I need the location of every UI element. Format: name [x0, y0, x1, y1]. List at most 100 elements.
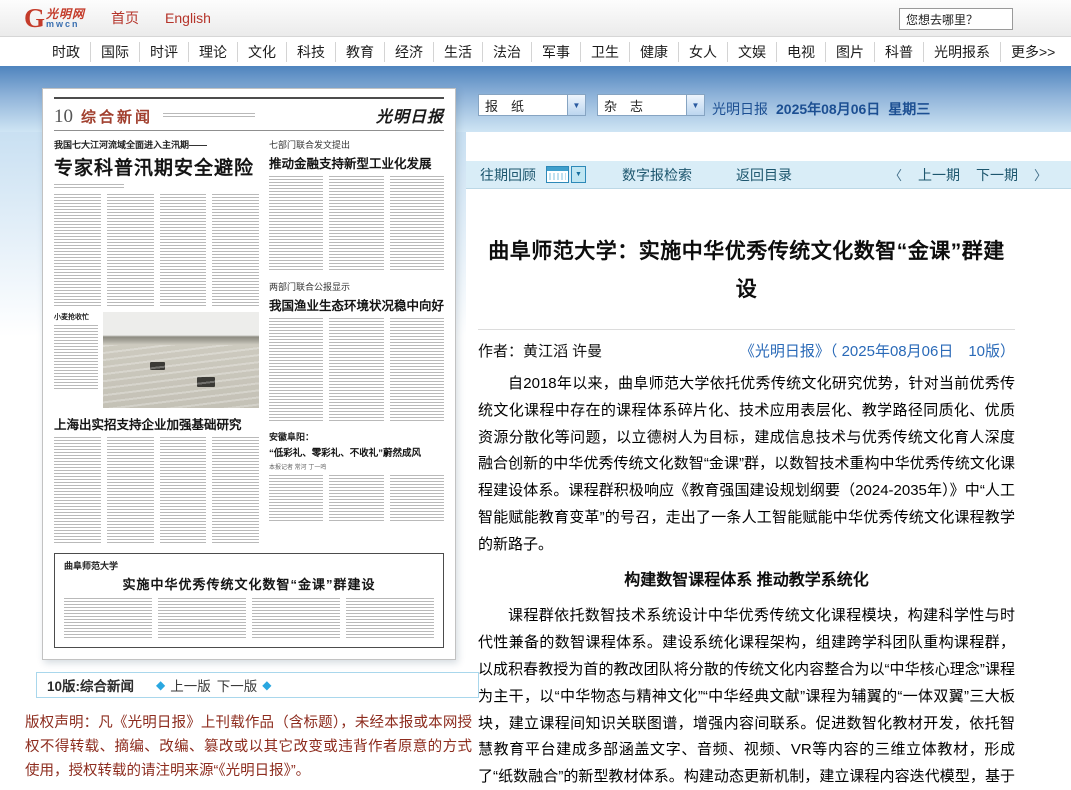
nav-item-dianshi[interactable]: 电视 [776, 42, 825, 62]
newsprint-section-title: 综合新闻 [81, 106, 153, 127]
nav-item-shiping[interactable]: 时评 [139, 42, 188, 62]
nav-item-fazhi[interactable]: 法治 [482, 42, 531, 62]
bride-article-headline: “低彩礼、零彩礼、不收礼”蔚然成风 [269, 445, 444, 459]
nav-item-kepu[interactable]: 科普 [874, 42, 923, 62]
article-author: 作者：黄江滔 许曼 [478, 340, 602, 361]
article-source-citation[interactable]: 《光明日报》（ 2025年08月06日 10版） [740, 340, 1015, 361]
top-header-bar: G 光明网 mwcn 首页 English [0, 0, 1071, 37]
featured-article-box: 曲阜师范大学 实施中华优秀传统文化数智“金课”群建设 [54, 553, 444, 648]
nav-item-junshi[interactable]: 军事 [531, 42, 580, 62]
bride-article-byline: 本报记者 常河 丁一鸣 [269, 462, 444, 471]
nav-item-more[interactable]: 更多>> [1000, 42, 1065, 62]
finance-article-kicker: 七部门联合发文提出 [269, 138, 444, 151]
prev-page-diamond-icon: ◆ [156, 679, 165, 691]
newspaper-select-button[interactable]: ▼ [567, 95, 585, 115]
newsprint-header: 10 综合新闻 光明日报 [54, 103, 444, 127]
newsprint-text-block [54, 325, 98, 391]
next-page-diamond-icon: ◆ [262, 679, 271, 691]
newsprint-text-columns [54, 194, 259, 306]
newspaper-select[interactable]: 报 纸 ▼ [478, 94, 586, 116]
page: G 光明网 mwcn 首页 English 时政 国际 时评 理论 文化 科技 … [0, 0, 1071, 790]
newsprint-masthead: 光明日报 [376, 103, 444, 127]
search-input[interactable] [899, 8, 1013, 30]
photo-caption-box: 小麦抢收忙 [54, 312, 98, 408]
nav-item-jingji[interactable]: 经济 [384, 42, 433, 62]
magazine-select[interactable]: 杂 志 ▼ [597, 94, 705, 116]
newsprint-text-columns [54, 437, 259, 545]
fishery-article-kicker: 两部门联合公报显示 [269, 280, 444, 293]
back-to-contents-link[interactable]: 返回目录 [736, 165, 792, 185]
flood-article-headline: 专家科普汛期安全避险 [54, 153, 259, 180]
newspaper-page-image[interactable]: 10 综合新闻 光明日报 我国七大江河流域全面进入主汛期—— 专家科普汛期安全避… [42, 88, 456, 660]
wheat-harvest-photo [103, 312, 259, 408]
past-issues-link[interactable]: 往期回顾 [480, 165, 536, 185]
shanghai-article-headline: 上海出实招支持企业加强基础研究 [54, 414, 259, 433]
flood-article-kicker: 我国七大江河流域全面进入主汛期—— [54, 138, 259, 151]
copyright-notice: 版权声明：凡《光明日报》上刊载作品（含标题），未经本报或本网授权不得转载、摘编、… [25, 711, 472, 783]
fishery-article-headline: 我国渔业生态环境状况稳中向好 [269, 295, 444, 314]
harvester-shape [197, 377, 215, 387]
nav-item-nvren[interactable]: 女人 [678, 42, 727, 62]
calendar-dropdown-icon[interactable]: ▼ [571, 166, 586, 183]
article-divider [478, 329, 1015, 330]
gmw-logo-g: G [24, 5, 45, 32]
next-page-link[interactable]: 下一版 ◆ [217, 675, 272, 695]
bride-article-kicker: 安徽阜阳： [269, 430, 444, 443]
newsprint-text-block [54, 184, 124, 189]
next-issue-arrow-icon[interactable]: 〉 [1034, 165, 1047, 184]
nav-item-shenghuo[interactable]: 生活 [433, 42, 482, 62]
current-page-label: 10版:综合新闻 [47, 675, 134, 695]
date-picker: ▼ [546, 166, 586, 183]
page-navigation-bar: 10版:综合新闻 ◆ 上一版 下一版 ◆ [36, 672, 479, 698]
nav-item-tupian[interactable]: 图片 [825, 42, 874, 62]
english-link[interactable]: English [165, 10, 211, 26]
publication-selectors: 报 纸 ▼ 杂 志 ▼ [478, 94, 705, 116]
nav-item-guoji[interactable]: 国际 [90, 42, 139, 62]
newsprint-top-rule [54, 97, 444, 99]
gmw-logo-text: 光明网 mwcn [46, 8, 85, 29]
newsprint-text-columns [269, 176, 444, 272]
main-nav: 时政 国际 时评 理论 文化 科技 教育 经济 生活 法治 军事 卫生 健康 女… [0, 38, 1071, 66]
newsprint-text-columns [64, 598, 434, 640]
article-byline-row: 作者：黄江滔 许曼 《光明日报》（ 2025年08月06日 10版） [478, 340, 1015, 361]
magazine-select-button[interactable]: ▼ [686, 95, 704, 115]
nav-item-wenhua[interactable]: 文化 [237, 42, 286, 62]
nav-item-jiankang[interactable]: 健康 [629, 42, 678, 62]
issue-pager: 〈 上一期 下一期 〉 [889, 165, 1047, 185]
featured-article-kicker: 曲阜师范大学 [64, 559, 434, 572]
article-title: 曲阜师范大学：实施中华优秀传统文化数智“金课”群建设 [478, 233, 1015, 309]
newsprint-meta-text [163, 113, 255, 118]
nav-item-shizheng[interactable]: 时政 [42, 42, 90, 62]
issue-weekday: 星期三 [888, 99, 930, 119]
nav-item-weisheng[interactable]: 卫生 [580, 42, 629, 62]
next-issue-link[interactable]: 下一期 [976, 165, 1018, 185]
article-subhead: 构建数智课程体系 推动教学系统化 [478, 568, 1015, 595]
issue-date: 2025年08月06日 [776, 99, 880, 119]
featured-article-headline: 实施中华优秀传统文化数智“金课”群建设 [64, 574, 434, 593]
issue-date-line: 光明日报 2025年08月06日 星期三 [712, 99, 930, 119]
finance-article-headline: 推动金融支持新型工业化发展 [269, 153, 444, 172]
article-paragraph-2: 课程群依托数智技术系统设计中华优秀传统文化课程模块，构建科学性与时代性兼备的数智… [478, 603, 1015, 790]
newsprint-page-number: 10 [54, 106, 73, 128]
calendar-icon[interactable] [546, 166, 569, 183]
newsprint-text-columns [269, 318, 444, 422]
newsprint-text-columns [269, 475, 444, 521]
article-paragraph-1: 自2018年以来，曲阜师范大学依托优秀传统文化研究优势，针对当前优秀传统文化课程… [478, 371, 1015, 559]
home-link[interactable]: 首页 [111, 8, 139, 28]
gmw-logo[interactable]: G 光明网 mwcn [24, 5, 85, 32]
nav-item-lilun[interactable]: 理论 [188, 42, 237, 62]
nav-item-jiaoyu[interactable]: 教育 [335, 42, 384, 62]
prev-issue-link[interactable]: 上一期 [918, 165, 960, 185]
paper-name: 光明日报 [712, 99, 768, 119]
photo-caption: 小麦抢收忙 [54, 312, 98, 322]
nav-item-wenyu[interactable]: 文娱 [727, 42, 776, 62]
digital-search-link[interactable]: 数字报检索 [622, 165, 692, 185]
issue-toolbar: 往期回顾 ▼ 数字报检索 返回目录 〈 上一期 下一期 〉 [466, 161, 1071, 189]
nav-item-keji[interactable]: 科技 [286, 42, 335, 62]
nav-item-gmbaoxi[interactable]: 光明报系 [923, 42, 1000, 62]
prev-issue-arrow-icon[interactable]: 〈 [889, 165, 902, 184]
prev-page-link[interactable]: ◆ 上一版 [156, 675, 211, 695]
newsprint-divider [54, 130, 444, 131]
chevron-down-icon: ▼ [692, 101, 700, 110]
harvester-shape [150, 362, 165, 370]
